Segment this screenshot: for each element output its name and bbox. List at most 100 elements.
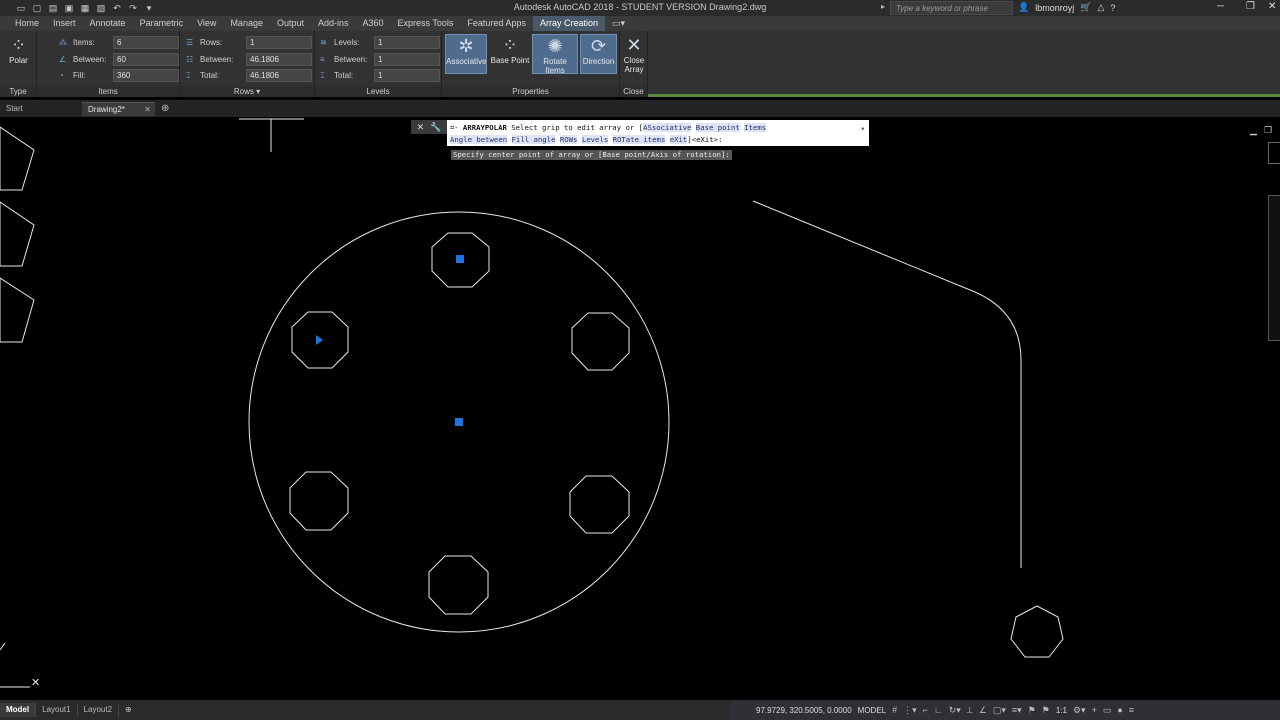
tab-featured-apps[interactable]: Featured Apps: [460, 16, 533, 31]
model-space-button[interactable]: MODEL: [858, 706, 886, 715]
snap-icon[interactable]: ⋮▾: [903, 705, 917, 716]
viewport-restore-icon[interactable]: ❐: [1264, 125, 1272, 136]
close-command-icon[interactable]: ✕: [417, 122, 425, 133]
option-associative[interactable]: ASsociative: [643, 123, 692, 132]
command-line[interactable]: ✕ 🔧 ⌗- ARRAYPOLAR Select grip to edit ar…: [411, 120, 869, 160]
tab-express-tools[interactable]: Express Tools: [391, 16, 461, 31]
tab-array-creation[interactable]: Array Creation: [532, 16, 605, 31]
levels-between-input[interactable]: 1: [374, 53, 440, 66]
undo-icon[interactable]: ↶: [110, 2, 124, 14]
command-prompt[interactable]: Specify center point of array or [Base p…: [451, 150, 732, 160]
search-input[interactable]: Type a keyword or phrase: [890, 1, 1013, 15]
save-icon[interactable]: ▣: [62, 2, 76, 14]
search-expand-icon[interactable]: ▸: [881, 2, 885, 11]
a360-icon[interactable]: △: [1097, 2, 1104, 13]
tab-layout2[interactable]: Layout2: [78, 703, 120, 717]
navigation-bar[interactable]: [1268, 195, 1280, 341]
associative-button[interactable]: ✲ Associative: [445, 34, 487, 74]
rows-input[interactable]: 1: [246, 36, 312, 49]
new-tab-icon[interactable]: ⊕: [161, 103, 169, 114]
option-base-point[interactable]: Base point: [695, 123, 740, 132]
add-layout-icon[interactable]: ⊕: [119, 703, 138, 717]
tab-view[interactable]: View: [190, 16, 223, 31]
tab-start[interactable]: Start: [0, 102, 80, 116]
viewport-minimize-icon[interactable]: ▁: [1250, 125, 1257, 136]
restore-icon[interactable]: ❐: [1246, 1, 1255, 12]
rows-total-input[interactable]: 46.1806: [246, 69, 312, 82]
levels-total-input[interactable]: 1: [374, 69, 440, 82]
option-items[interactable]: Items: [744, 123, 767, 132]
grid-icon[interactable]: #: [892, 705, 897, 715]
scroll-up-icon[interactable]: ▴: [861, 122, 865, 134]
angle-between-icon: ∠: [59, 55, 67, 64]
option-fill-angle[interactable]: Fill angle: [511, 135, 556, 144]
option-rows[interactable]: ROWs: [559, 135, 578, 144]
app-menu-icon[interactable]: ▭: [14, 2, 28, 14]
tab-home[interactable]: Home: [8, 16, 46, 31]
user-name[interactable]: lbmonroyj: [1035, 3, 1074, 13]
polar-tracking-icon[interactable]: ↻▾: [949, 705, 961, 716]
infer-icon[interactable]: ⌐: [923, 705, 928, 715]
help-icon[interactable]: ?: [1110, 3, 1115, 13]
minimize-icon[interactable]: ─: [1217, 1, 1224, 12]
customization-icon[interactable]: ≡: [1129, 705, 1134, 715]
rows-panel-title[interactable]: Rows ▾: [180, 86, 314, 97]
workspace-icon[interactable]: ⚙▾: [1073, 705, 1086, 716]
levels-input[interactable]: 1: [374, 36, 440, 49]
tab-layout1[interactable]: Layout1: [36, 703, 78, 717]
tab-add-ins[interactable]: Add-ins: [311, 16, 356, 31]
redo-icon[interactable]: ↷: [126, 2, 140, 14]
user-icon[interactable]: 👤: [1018, 2, 1029, 13]
auto-scale-icon[interactable]: ⚑: [1042, 705, 1050, 716]
close-tab-icon[interactable]: ✕: [144, 103, 151, 117]
cart-icon[interactable]: 🛒: [1080, 2, 1091, 13]
tab-output[interactable]: Output: [270, 16, 311, 31]
direction-button[interactable]: ⟳ Direction: [580, 34, 617, 74]
tab-model[interactable]: Model: [0, 703, 37, 717]
annotation-scale[interactable]: 1:1: [1056, 706, 1067, 715]
isolate-objects-icon[interactable]: ●: [1117, 705, 1122, 715]
tab-parametric[interactable]: Parametric: [133, 16, 191, 31]
coordinates-readout[interactable]: 97.9729, 320.5005, 0.0000: [756, 706, 852, 715]
object-snap-icon[interactable]: ▢▾: [993, 705, 1006, 716]
object-snap-tracking-icon[interactable]: ∠: [979, 705, 987, 716]
new-file-icon[interactable]: ▢: [30, 2, 44, 14]
annotation-visibility-icon[interactable]: ⚑: [1028, 705, 1036, 716]
rows-count-row: ☰ Rows: 1: [186, 36, 312, 49]
drawing-canvas[interactable]: ✕ ▁ ❐: [0, 117, 1280, 700]
tab-drawing2[interactable]: Drawing2* ✕: [82, 101, 155, 117]
open-file-icon[interactable]: ▤: [46, 2, 60, 14]
annotation-monitor-icon[interactable]: +: [1092, 705, 1097, 715]
save-as-icon[interactable]: ▦: [78, 2, 92, 14]
items-count-row: ⁂ Items: 6: [59, 36, 179, 49]
tab-annotate[interactable]: Annotate: [83, 16, 133, 31]
rows-between-input[interactable]: 46.1806: [246, 53, 312, 66]
lineweight-icon[interactable]: ≡▾: [1012, 705, 1022, 716]
viewcube[interactable]: [1268, 142, 1280, 164]
option-levels[interactable]: Levels: [581, 135, 609, 144]
rotate-items-button[interactable]: ✺ Rotate Items: [532, 34, 578, 75]
option-angle-between[interactable]: Angle between: [450, 135, 508, 144]
rows-total-row: ⌶ Total: 46.1806: [186, 69, 312, 82]
tab-manage[interactable]: Manage: [223, 16, 270, 31]
print-icon[interactable]: ▧: [94, 2, 108, 14]
close-window-icon[interactable]: ✕: [1268, 1, 1276, 12]
customize-qat-icon[interactable]: ▾: [142, 2, 156, 14]
associative-label: Associative: [446, 57, 487, 66]
items-input[interactable]: 6: [113, 36, 179, 49]
base-point-button[interactable]: ⁘ Base Point: [489, 34, 531, 74]
customize-command-icon[interactable]: 🔧: [430, 122, 441, 133]
items-between-input[interactable]: 60: [113, 53, 179, 66]
polar-button[interactable]: ⁘ Polar: [2, 34, 35, 74]
option-rotate-items[interactable]: ROTate items: [612, 135, 666, 144]
isodraft-icon[interactable]: ⟂: [967, 705, 973, 716]
units-icon[interactable]: ▭: [1103, 705, 1112, 716]
option-exit[interactable]: eXit: [669, 135, 688, 144]
tab-insert[interactable]: Insert: [46, 16, 83, 31]
ribbon-options-icon[interactable]: ▭▾: [605, 16, 632, 31]
close-array-button[interactable]: ✕ Close Array: [621, 34, 647, 74]
items-fill-input[interactable]: 360: [113, 69, 179, 82]
tab-a360[interactable]: A360: [356, 16, 391, 31]
ortho-icon[interactable]: ∟: [934, 705, 943, 715]
command-icon: ⌗-: [450, 123, 459, 132]
